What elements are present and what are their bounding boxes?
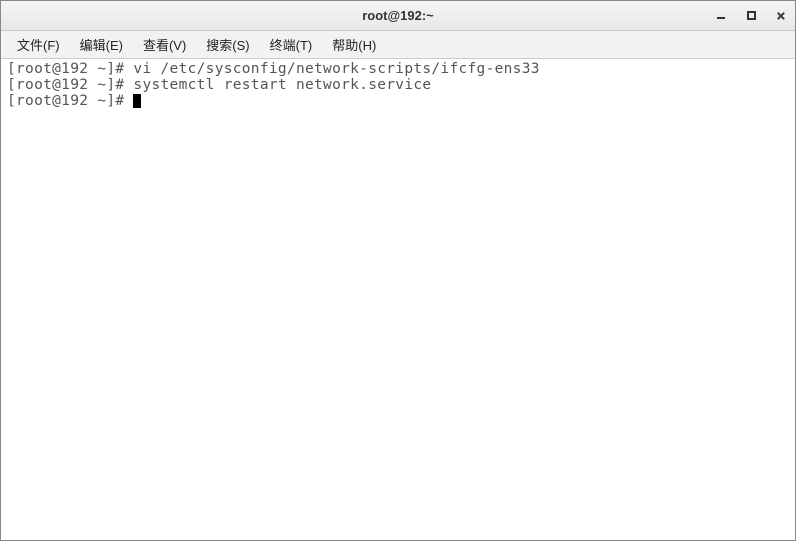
command-text: systemctl restart network.service (133, 77, 431, 93)
cursor-icon (133, 94, 141, 108)
terminal-output[interactable]: [root@192 ~]# vi /etc/sysconfig/network-… (1, 59, 795, 540)
close-icon: × (776, 11, 786, 21)
close-button[interactable]: × (773, 8, 789, 24)
menu-search[interactable]: 搜索(S) (196, 31, 259, 58)
menu-file[interactable]: 文件(F) (7, 31, 70, 58)
menu-view[interactable]: 查看(V) (133, 31, 196, 58)
menu-help[interactable]: 帮助(H) (322, 31, 386, 58)
prompt: [root@192 ~]# (7, 77, 133, 93)
terminal-line: [root@192 ~]# vi /etc/sysconfig/network-… (7, 61, 789, 77)
maximize-button[interactable] (743, 8, 759, 24)
minimize-button[interactable] (713, 8, 729, 24)
command-text: vi /etc/sysconfig/network-scripts/ifcfg-… (133, 61, 539, 77)
prompt: [root@192 ~]# (7, 61, 133, 77)
window-title: root@192:~ (362, 8, 434, 23)
minimize-icon (717, 13, 725, 19)
menu-terminal[interactable]: 终端(T) (260, 31, 323, 58)
menu-edit[interactable]: 编辑(E) (70, 31, 133, 58)
terminal-line: [root@192 ~]# (7, 93, 789, 109)
window-controls: × (713, 1, 789, 30)
titlebar: root@192:~ × (1, 1, 795, 31)
menubar: 文件(F) 编辑(E) 查看(V) 搜索(S) 终端(T) 帮助(H) (1, 31, 795, 59)
prompt: [root@192 ~]# (7, 93, 133, 109)
terminal-line: [root@192 ~]# systemctl restart network.… (7, 77, 789, 93)
maximize-icon (747, 11, 756, 20)
